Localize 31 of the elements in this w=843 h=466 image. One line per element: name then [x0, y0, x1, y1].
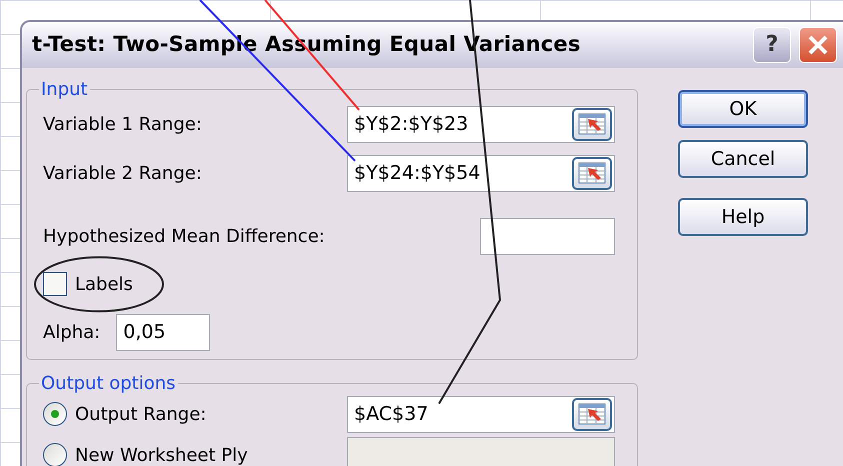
- help-button[interactable]: ?: [753, 27, 791, 63]
- dialog-button[interactable]: Cancel: [678, 140, 808, 178]
- field-label: Variable 2 Range:: [43, 162, 202, 186]
- input-field[interactable]: $Y$24:$Y$54: [348, 156, 572, 191]
- close-button[interactable]: [799, 27, 837, 63]
- field-label: Alpha:: [43, 320, 100, 345]
- checkbox[interactable]: [43, 272, 67, 296]
- radio-label: New Worksheet Ply: [75, 444, 248, 466]
- input-field[interactable]: $Y$2:$Y$23: [348, 106, 572, 142]
- range-icon: [578, 403, 606, 426]
- checkbox-label: Labels: [75, 272, 133, 297]
- dialog-button[interactable]: Help: [678, 198, 808, 236]
- input-field[interactable]: 0,05: [116, 314, 210, 351]
- radio-label: Output Range:: [75, 402, 206, 427]
- range-picker-button[interactable]: [572, 398, 612, 431]
- field-label: Hypothesized Mean Difference:: [43, 224, 325, 249]
- range-picker-button[interactable]: [572, 156, 612, 190]
- radio-button[interactable]: [43, 402, 67, 426]
- range-field[interactable]: $AC$37: [347, 396, 615, 433]
- range-picker-button[interactable]: [572, 108, 612, 141]
- range-field[interactable]: $Y$2:$Y$23: [347, 106, 615, 143]
- range-icon: [578, 162, 606, 184]
- close-icon: [807, 34, 829, 56]
- range-field[interactable]: $Y$24:$Y$54: [347, 154, 615, 192]
- field-label: Variable 1 Range:: [43, 112, 202, 137]
- dialog-button[interactable]: OK: [678, 90, 808, 128]
- group-title: Output options: [40, 374, 177, 394]
- input-field[interactable]: $AC$37: [348, 396, 572, 432]
- group-title: Input: [40, 80, 89, 100]
- input-field[interactable]: [480, 218, 615, 255]
- range-icon: [578, 113, 606, 136]
